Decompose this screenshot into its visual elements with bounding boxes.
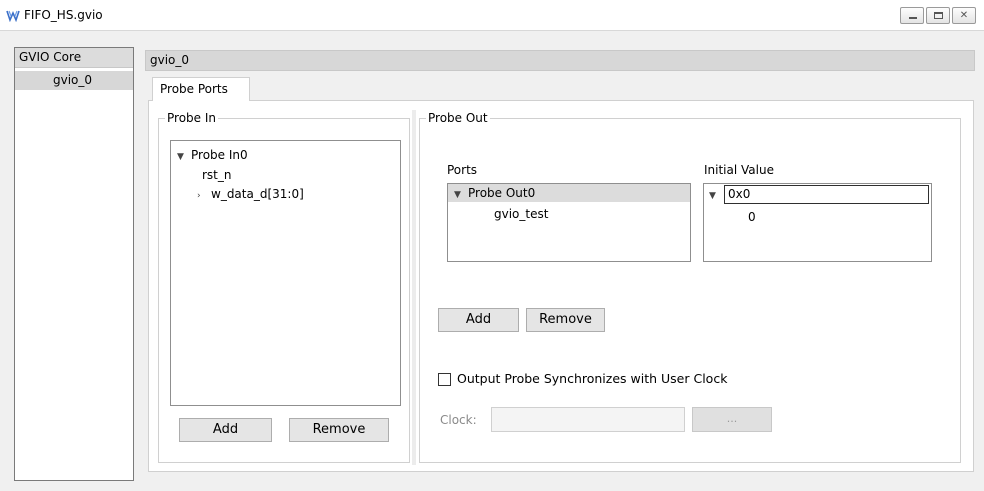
probe-out-add-button[interactable]: Add — [438, 308, 519, 332]
close-icon: ✕ — [959, 10, 969, 21]
probe-out-ports-tree[interactable]: ▼ Probe Out0 gvio_test — [447, 183, 691, 262]
probe-out-remove-button[interactable]: Remove — [526, 308, 605, 332]
gvio-core-header: GVIO Core — [15, 48, 133, 68]
clock-browse-button[interactable]: ... — [692, 407, 772, 432]
window-title: FIFO_HS.gvio — [24, 8, 103, 22]
chevron-down-icon[interactable]: ▼ — [177, 148, 191, 166]
tree-item-gvio-test[interactable]: gvio_test — [494, 205, 548, 223]
ports-label: Ports — [447, 163, 478, 177]
tree-item-value-0[interactable]: 0 — [748, 208, 756, 226]
initial-value-tree[interactable]: ▼ 0x0 0 — [703, 183, 932, 262]
core-item-gvio-0[interactable]: gvio_0 — [15, 71, 133, 90]
core-name-header: gvio_0 — [145, 50, 975, 71]
clock-label: Clock: — [440, 413, 477, 427]
initial-value-input[interactable]: 0x0 — [724, 185, 929, 204]
probe-in-tree[interactable]: ▼ Probe In0 rst_n › w_data_d[31:0] — [170, 140, 401, 406]
tree-item-probe-in0[interactable]: ▼ Probe In0 — [177, 146, 248, 164]
gowin-logo-icon — [6, 10, 20, 22]
window-controls: ✕ — [898, 7, 976, 24]
initial-value-label: Initial Value — [704, 163, 774, 177]
probe-out-title: Probe Out — [426, 111, 490, 125]
minimize-icon — [909, 17, 917, 19]
chevron-down-icon[interactable]: ▼ — [709, 187, 723, 205]
value-expander[interactable]: ▼ — [709, 185, 723, 203]
sync-user-clock-checkbox[interactable] — [438, 373, 451, 386]
probe-in-title: Probe In — [165, 111, 218, 125]
minimize-button[interactable] — [900, 7, 924, 24]
splitter-handle[interactable] — [412, 110, 416, 465]
chevron-down-icon[interactable]: ▼ — [454, 186, 468, 204]
title-bar: FIFO_HS.gvio ✕ — [0, 0, 984, 31]
chevron-right-icon[interactable]: › — [197, 187, 211, 205]
close-button[interactable]: ✕ — [952, 7, 976, 24]
clock-input[interactable] — [491, 407, 685, 432]
tree-item-w-data-d[interactable]: › w_data_d[31:0] — [197, 185, 304, 203]
tree-item-rst-n[interactable]: rst_n — [202, 166, 232, 184]
probe-in-add-button[interactable]: Add — [179, 418, 272, 442]
gvio-core-list: GVIO Core — [14, 47, 134, 481]
sync-user-clock-label: Output Probe Synchronizes with User Cloc… — [457, 371, 728, 386]
maximize-button[interactable] — [926, 7, 950, 24]
maximize-icon — [934, 12, 943, 19]
probe-in-remove-button[interactable]: Remove — [289, 418, 389, 442]
tree-item-probe-out0[interactable]: ▼ Probe Out0 — [448, 184, 690, 202]
tab-probe-ports[interactable]: Probe Ports — [152, 77, 250, 101]
